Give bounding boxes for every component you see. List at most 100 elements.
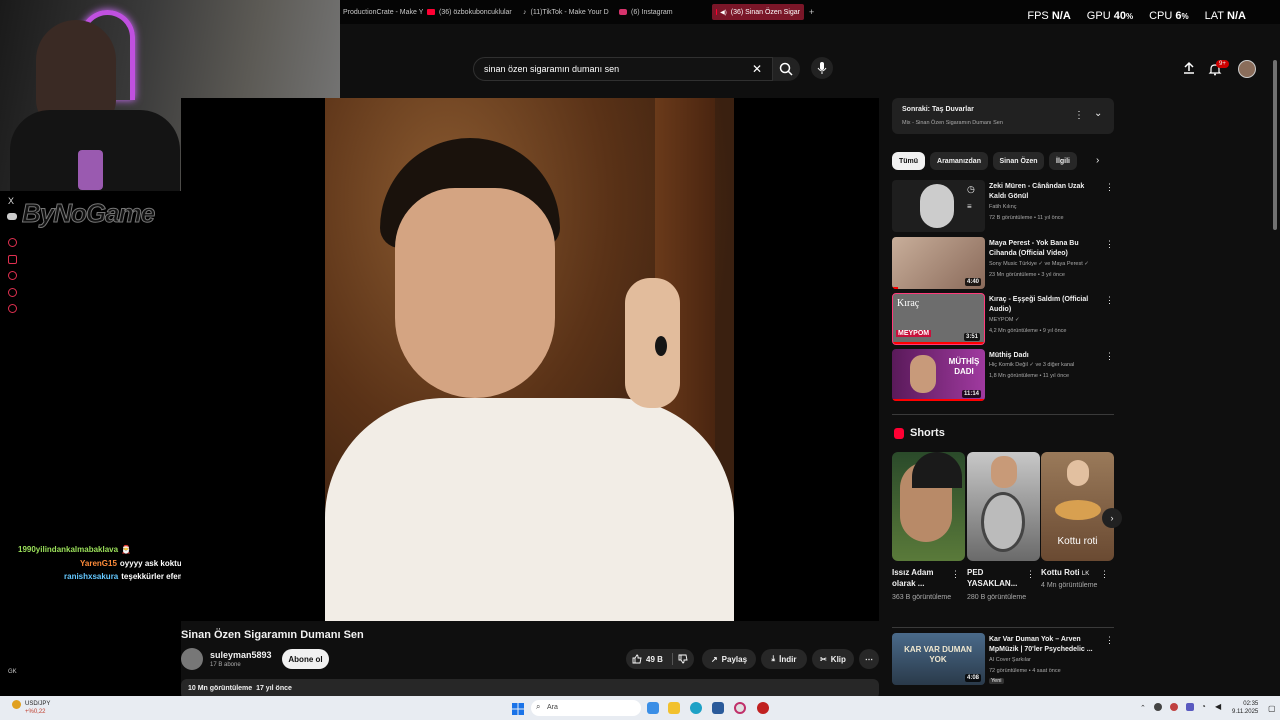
- short-views: 363 B görüntüleme: [892, 594, 952, 601]
- edge-icon[interactable]: [690, 702, 702, 714]
- rec-more-icon[interactable]: ⋮: [1105, 239, 1114, 250]
- chip-all[interactable]: Tümü: [892, 152, 925, 170]
- voice-search-button[interactable]: [811, 57, 833, 79]
- tab-label: (36) Sinan Özen Sigar: [730, 8, 800, 16]
- ticker-symbol: USD/JPY: [25, 701, 51, 707]
- recommendation-item[interactable]: 4:40 Maya Perest - Yok Bana Bu Cihanda (…: [892, 237, 1114, 291]
- shorts-heading: Shorts: [910, 427, 945, 439]
- short-thumbnail[interactable]: Kottu roti: [1041, 452, 1114, 561]
- tray-app-icon[interactable]: [1170, 703, 1178, 711]
- search-button[interactable]: [773, 57, 800, 81]
- share-button[interactable]: ↗ Paylaş: [702, 649, 756, 669]
- bynogame-logo: ByNoGame: [21, 198, 155, 229]
- mix-next-title: Sonraki: Taş Duvarlar: [902, 106, 974, 113]
- video-frame: [325, 98, 734, 621]
- short-more-icon[interactable]: ⋮: [1100, 569, 1109, 580]
- video-thumbnail: ◷ ≡: [892, 180, 985, 232]
- clear-search-icon[interactable]: ✕: [752, 62, 762, 76]
- scissors-icon: ✂: [820, 654, 827, 664]
- thumbnail-badge: MEYPOM: [896, 330, 932, 337]
- recommendation-item[interactable]: KAR VAR DUMAN YOK 4:08 Kar Var Duman Yok…: [892, 633, 1114, 687]
- store-icon[interactable]: [712, 702, 724, 714]
- short-thumbnail[interactable]: [967, 452, 1040, 561]
- create-upload-icon[interactable]: [1182, 61, 1196, 78]
- search-input[interactable]: sinan özen sigaramın dumanı sen: [473, 57, 773, 81]
- tray-app-icon[interactable]: [1186, 703, 1194, 711]
- channel-avatar[interactable]: [181, 648, 203, 670]
- more-actions-button[interactable]: ⋯: [859, 649, 879, 669]
- thumbs-up-icon: [632, 654, 642, 664]
- like-dislike-group: 49 B: [626, 649, 694, 669]
- opera-gx-icon[interactable]: [734, 702, 746, 714]
- like-button[interactable]: 49 B: [632, 654, 663, 664]
- taskbar-search-input[interactable]: ⌕ Ara: [531, 700, 641, 716]
- rec-channel: Fatih Kılınç: [989, 204, 1017, 210]
- chat-username: ranishxsakura: [64, 572, 119, 581]
- ring: [655, 336, 667, 356]
- new-tab-button[interactable]: +: [809, 4, 814, 20]
- browser-tab[interactable]: ProductionCrate - Make Y: [343, 4, 423, 20]
- wifi-icon[interactable]: ◔: [1201, 702, 1206, 711]
- recommendation-item[interactable]: Kıraç MEYPOM 3:51 Kıraç - Eşşeği Saldım …: [892, 293, 1114, 347]
- hud-fps: FPS N/A: [1027, 10, 1071, 22]
- instagram-icon: [619, 9, 627, 15]
- volume-icon[interactable]: ◀: [1215, 702, 1221, 711]
- short-views: 4 Mn görüntüleme: [1041, 582, 1098, 589]
- chip-from-search[interactable]: Aramanızdan: [930, 152, 988, 170]
- account-avatar[interactable]: [1238, 60, 1256, 78]
- browser-tab[interactable]: (6) Instagram: [619, 4, 673, 20]
- rec-more-icon[interactable]: ⋮: [1105, 182, 1114, 193]
- search-placeholder: Ara: [547, 704, 558, 711]
- shorts-next-button[interactable]: ›: [1102, 508, 1122, 528]
- chevron-right-icon[interactable]: ›: [1096, 155, 1099, 166]
- tray-app-icon[interactable]: [1154, 703, 1162, 711]
- browser-tab-active[interactable]: ◀) (36) Sinan Özen Sigar: [712, 4, 804, 20]
- rec-more-icon[interactable]: ⋮: [1105, 295, 1114, 306]
- system-clock[interactable]: 02:35 9.11.2025: [1232, 700, 1258, 716]
- kick-icon: [8, 288, 17, 297]
- rec-channel: AI Cover Şarkılar: [989, 657, 1031, 663]
- show-hidden-icons[interactable]: ⌃: [1140, 704, 1146, 712]
- rec-channel: Sony Music Türkiye ✓ ve Maya Perest ✓: [989, 261, 1089, 267]
- notification-count-badge: 9+: [1216, 60, 1229, 68]
- upload-age: 17 yıl önce: [256, 685, 292, 692]
- rec-more-icon[interactable]: ⋮: [1105, 635, 1114, 646]
- chip-sinan-ozen[interactable]: Sinan Özen: [993, 152, 1044, 170]
- clip-button[interactable]: ✂ Klip: [812, 649, 854, 669]
- recommendation-item[interactable]: ◷ ≡ Zeki Müren - Cânândan Uzak Kaldı Gön…: [892, 180, 1114, 234]
- app-icon[interactable]: [757, 702, 769, 714]
- windows-start-icon[interactable]: [512, 702, 524, 715]
- video-thumbnail: KAR VAR DUMAN YOK 4:08: [892, 633, 985, 685]
- short-thumbnail[interactable]: [892, 452, 965, 561]
- rec-more-icon[interactable]: ⋮: [1105, 351, 1114, 362]
- share-icon: ↗: [710, 654, 718, 664]
- tab-label: (6) Instagram: [631, 8, 673, 16]
- rec-channel: MEYPOM ✓: [989, 317, 1020, 323]
- mix-more-icon[interactable]: ⋮: [1074, 110, 1084, 121]
- channel-name[interactable]: suleyman5893: [210, 650, 272, 660]
- duration-badge: 11:14: [961, 390, 981, 398]
- white-shirt: [325, 398, 734, 621]
- notification-center-icon[interactable]: ▢: [1268, 704, 1276, 713]
- browser-tab[interactable]: (36) özbokuboncuklular: [427, 4, 512, 20]
- chip-related[interactable]: İlgili: [1049, 152, 1077, 170]
- chevron-down-icon[interactable]: ⌄: [1094, 108, 1102, 119]
- thumbs-down-icon[interactable]: [678, 654, 688, 664]
- download-button[interactable]: ⤓ İndir: [761, 649, 807, 669]
- subscribe-button[interactable]: Abone ol: [282, 649, 329, 669]
- widgets-icon[interactable]: [12, 700, 21, 709]
- short-more-icon[interactable]: ⋮: [1026, 569, 1035, 580]
- recommendation-item[interactable]: MÜTHİŞ DADI 11:14 Müthiş Dadı Hiç Komik …: [892, 349, 1114, 403]
- file-explorer-icon[interactable]: [668, 702, 680, 714]
- short-more-icon[interactable]: ⋮: [951, 569, 960, 580]
- page-scrollbar[interactable]: [1273, 60, 1277, 230]
- stock-ticker[interactable]: USD/JPY +%0,22: [25, 700, 50, 716]
- divider: [892, 627, 1114, 628]
- rec-meta: 1,8 Mn görüntüleme • 11 yıl önce: [989, 373, 1070, 379]
- copilot-icon[interactable]: [647, 702, 659, 714]
- settings-icon: [8, 304, 17, 313]
- emote-icon: 🎅: [121, 545, 132, 554]
- video-thumbnail: MÜTHİŞ DADI 11:14: [892, 349, 985, 401]
- browser-tab[interactable]: ♪ (11)TikTok - Make Your D: [523, 4, 609, 20]
- hud-lat: LAT N/A: [1204, 10, 1246, 22]
